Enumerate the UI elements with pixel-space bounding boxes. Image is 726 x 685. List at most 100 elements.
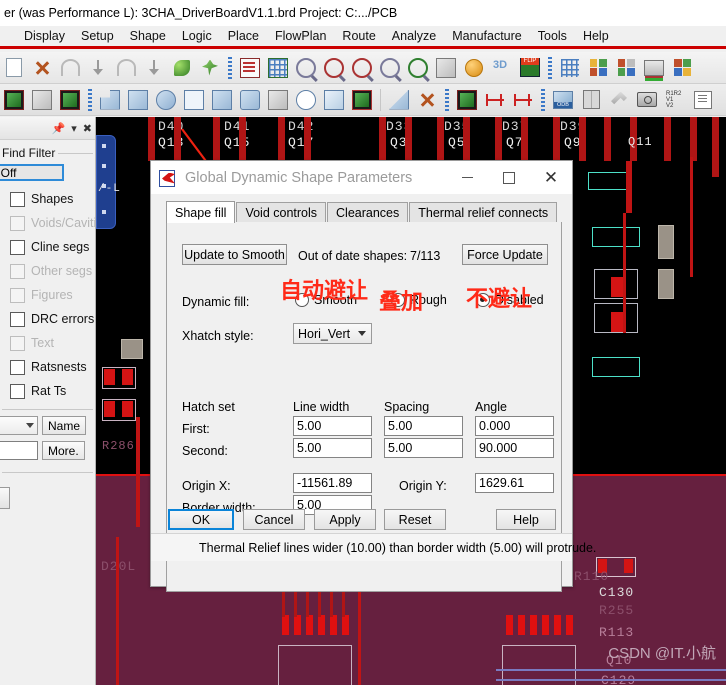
menu-place[interactable]: Place	[220, 27, 267, 45]
minimize-icon[interactable]	[446, 161, 488, 194]
xhatch-style-combo[interactable]: Hori_Vert	[293, 323, 372, 344]
screenshot-icon[interactable]	[634, 87, 660, 113]
shape-blank-icon[interactable]	[29, 87, 55, 113]
checkbox-ratsnests[interactable]	[10, 359, 25, 375]
tab-shape-fill[interactable]: Shape fill	[166, 201, 236, 223]
second-line-width-input[interactable]: 5.00	[293, 438, 372, 458]
circle-void-icon[interactable]	[293, 87, 319, 113]
maximize-icon[interactable]	[488, 161, 530, 194]
first-line-width-input[interactable]: 5.00	[293, 416, 372, 436]
filter-row-ratsnests[interactable]: Ratsnests	[0, 355, 95, 379]
second-spacing-input[interactable]: 5.00	[384, 438, 463, 458]
tab-void-controls[interactable]: Void controls	[236, 202, 327, 223]
global-dynamic-shape-parameters-dialog[interactable]: Global Dynamic Shape Parameters ✕ Shape …	[150, 160, 596, 592]
copy-icon[interactable]	[1, 55, 27, 81]
find-type-combo[interactable]	[0, 416, 38, 435]
polygon-icon[interactable]	[97, 87, 123, 113]
first-spacing-input[interactable]: 5.00	[384, 416, 463, 436]
filter-row-rat-ts[interactable]: Rat Ts	[0, 379, 95, 403]
first-angle-input[interactable]: 0.000	[475, 416, 554, 436]
help-button[interactable]: Help	[496, 509, 556, 530]
pin-icon[interactable]	[197, 55, 223, 81]
flip-board-icon[interactable]	[517, 55, 543, 81]
all-off-button[interactable]: ll Off	[0, 164, 64, 181]
rename-refdes-icon[interactable]: R1R2 V1 V2	[662, 87, 688, 113]
3d-icon[interactable]: 3D	[489, 55, 515, 81]
drc-icon[interactable]	[454, 87, 480, 113]
drc-grip[interactable]	[445, 88, 449, 111]
redo-icon[interactable]	[113, 55, 139, 81]
ok-button[interactable]: OK	[168, 509, 234, 530]
artwork-icon[interactable]	[578, 87, 604, 113]
reset-button[interactable]: Reset	[384, 509, 446, 530]
undo-icon[interactable]	[57, 55, 83, 81]
select-arrow-icon[interactable]	[181, 87, 207, 113]
setup-wrench-icon[interactable]	[606, 87, 632, 113]
checkbox-cline-segs[interactable]	[10, 239, 25, 255]
panel-misc-button[interactable]	[0, 487, 10, 509]
visibility-icon[interactable]	[669, 55, 695, 81]
zoom-fit-icon[interactable]	[293, 55, 319, 81]
cancel-button[interactable]: Cancel	[243, 509, 305, 530]
name-button[interactable]: Name	[42, 416, 87, 435]
color-palette-icon[interactable]	[585, 55, 611, 81]
rectangle-icon[interactable]	[125, 87, 151, 113]
checkbox-shapes[interactable]	[10, 191, 25, 207]
subclass-icon[interactable]	[613, 55, 639, 81]
menu-help[interactable]: Help	[575, 27, 617, 45]
menu-display[interactable]: Display	[16, 27, 73, 45]
grid-snap-icon[interactable]	[557, 55, 583, 81]
leaf-icon[interactable]	[169, 55, 195, 81]
update-to-smooth-button[interactable]: Update to Smooth	[182, 244, 287, 265]
grid-board-icon[interactable]	[265, 55, 291, 81]
tab-thermal-relief-connects[interactable]: Thermal relief connects	[409, 202, 558, 223]
menu-route[interactable]: Route	[334, 27, 383, 45]
menu-shape[interactable]: Shape	[122, 27, 174, 45]
shape-toolbar-grip[interactable]	[88, 88, 92, 111]
force-update-button[interactable]: Force Update	[462, 244, 548, 265]
menu-tools[interactable]: Tools	[530, 27, 575, 45]
second-angle-input[interactable]: 90.000	[475, 438, 554, 458]
board-icon[interactable]	[237, 55, 263, 81]
shape-cyan-icon[interactable]	[386, 87, 412, 113]
menu-manufacture[interactable]: Manufacture	[444, 27, 529, 45]
shape-offset-icon[interactable]	[209, 87, 235, 113]
chevron-down-icon[interactable]: ▾	[71, 122, 77, 135]
toolbar-grip-2[interactable]	[548, 56, 552, 79]
measure-start-icon[interactable]	[482, 87, 508, 113]
zoom-select-icon[interactable]	[321, 55, 347, 81]
close-icon[interactable]: ✕	[530, 161, 572, 194]
checkbox-rat-ts[interactable]	[10, 383, 25, 399]
find-value-input[interactable]	[0, 441, 38, 460]
shape-add-icon[interactable]	[1, 87, 27, 113]
filter-row-drc-errors[interactable]: DRC errors	[0, 307, 95, 331]
measure-icon[interactable]	[510, 87, 536, 113]
refresh-icon[interactable]	[461, 55, 487, 81]
square-void-icon[interactable]	[265, 87, 291, 113]
apply-button[interactable]: Apply	[314, 509, 376, 530]
close-icon[interactable]: ✖	[83, 122, 92, 135]
menu-flowplan[interactable]: FlowPlan	[267, 27, 334, 45]
circle-icon[interactable]	[153, 87, 179, 113]
more-button[interactable]: More.	[42, 441, 85, 460]
shape-fill-icon[interactable]	[57, 87, 83, 113]
report-icon[interactable]	[690, 87, 716, 113]
download2-icon[interactable]	[141, 55, 167, 81]
toolbar-grip[interactable]	[228, 56, 232, 79]
origin-y-input[interactable]: 1629.61	[475, 473, 554, 493]
mfg-grip[interactable]	[541, 88, 545, 111]
zoom-out-icon[interactable]	[377, 55, 403, 81]
download-icon[interactable]	[85, 55, 111, 81]
zoom-region-icon[interactable]	[433, 55, 459, 81]
pin-icon[interactable]: 📌	[52, 122, 66, 135]
shape-delete2-icon[interactable]	[414, 87, 440, 113]
tab-clearances[interactable]: Clearances	[327, 202, 409, 223]
menu-analyze[interactable]: Analyze	[384, 27, 444, 45]
menu-setup[interactable]: Setup	[73, 27, 122, 45]
checkbox-drc-errors[interactable]	[10, 311, 25, 327]
delete-x-icon[interactable]	[29, 55, 55, 81]
shape-delete-icon[interactable]	[349, 87, 375, 113]
filter-row-shapes[interactable]: Shapes	[0, 187, 95, 211]
odb-export-icon[interactable]	[550, 87, 576, 113]
zoom-in-icon[interactable]	[349, 55, 375, 81]
